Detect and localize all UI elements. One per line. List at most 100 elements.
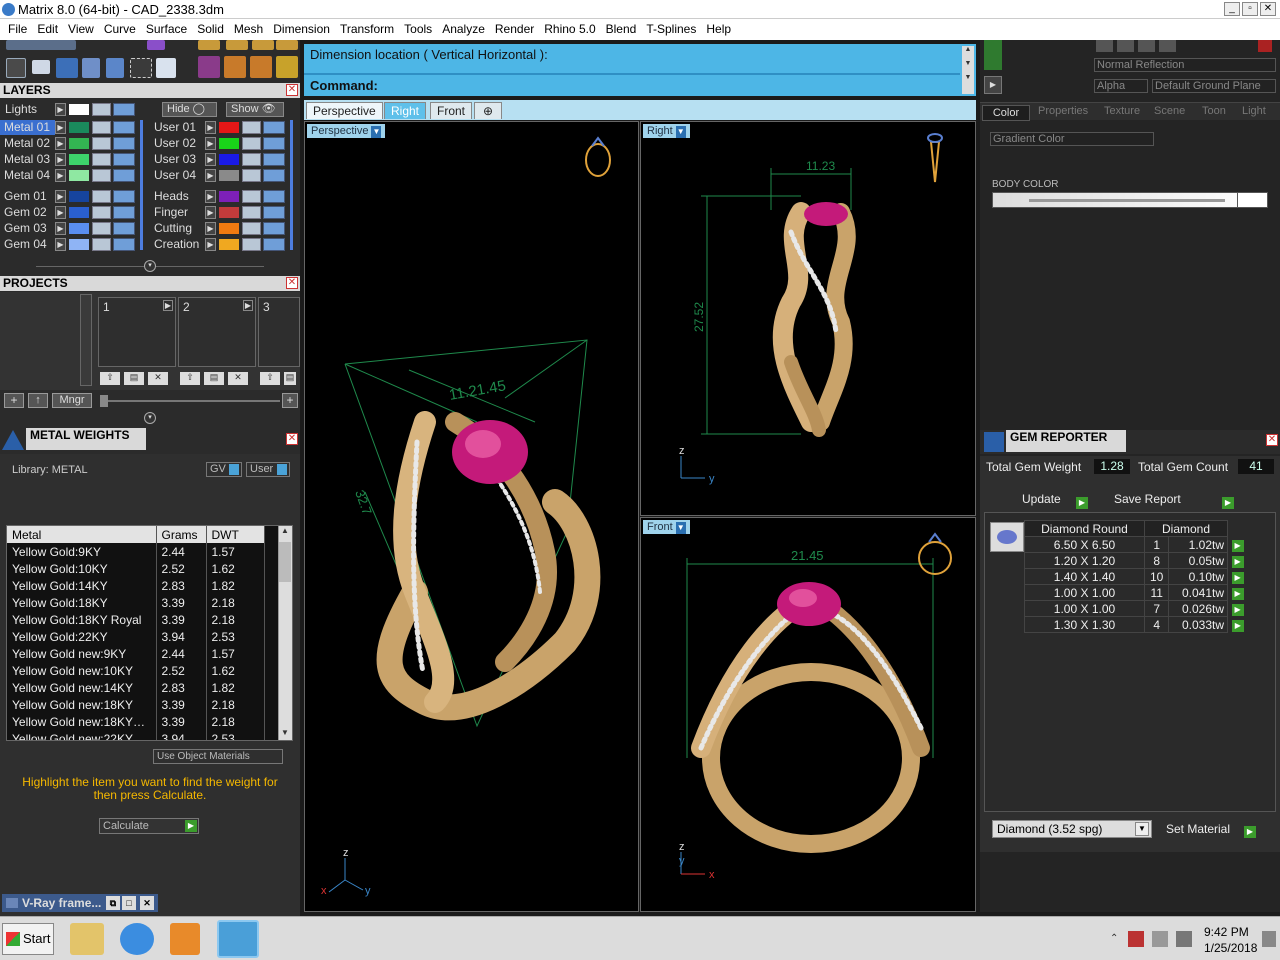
lock-icon[interactable] xyxy=(242,169,261,182)
network-icon[interactable] xyxy=(1128,931,1144,947)
delete-icon[interactable]: ✕ xyxy=(148,372,168,385)
lights-color[interactable] xyxy=(69,104,89,115)
play-icon[interactable]: ▶ xyxy=(984,76,1002,94)
play-icon[interactable]: ▶ xyxy=(55,222,66,235)
layer-color-swatch[interactable] xyxy=(219,207,239,218)
menu-analyze[interactable]: Analyze xyxy=(437,19,490,40)
play-icon[interactable]: ▶ xyxy=(205,169,216,182)
layer-name[interactable]: Finger xyxy=(150,205,205,220)
layer-color-swatch[interactable] xyxy=(69,223,89,234)
visibility-icon[interactable] xyxy=(263,169,285,182)
show-button[interactable]: Show 👁 xyxy=(226,102,284,117)
layer-name[interactable]: User 03 xyxy=(150,152,205,167)
up-arrow-icon[interactable]: ↑ xyxy=(28,393,48,408)
close-icon[interactable]: ✕ xyxy=(140,896,154,910)
menu-view[interactable]: View xyxy=(63,19,99,40)
play-icon[interactable]: ▶ xyxy=(205,121,216,134)
add-icon[interactable]: + xyxy=(282,393,298,408)
play-icon[interactable]: ▶ xyxy=(1231,556,1244,568)
play-icon[interactable]: ▶ xyxy=(1231,620,1244,632)
play-icon[interactable]: ▶ xyxy=(55,103,66,116)
layer-row[interactable]: Gem 03 ▶ xyxy=(0,221,145,236)
folder-icon[interactable] xyxy=(70,923,104,955)
layer-name[interactable]: Gem 02 xyxy=(0,205,55,220)
cube-icon[interactable] xyxy=(56,58,78,78)
layer-name[interactable]: Gem 01 xyxy=(0,189,55,204)
layer-name[interactable]: Creation xyxy=(150,237,205,252)
ground-plane-select[interactable]: Default Ground Plane xyxy=(1152,79,1276,93)
right-viewport[interactable]: Right ▼ 11.23 27.52 z y xyxy=(640,121,976,516)
maximize-icon[interactable]: □ xyxy=(122,896,136,910)
project-slot[interactable]: 2 ▶ xyxy=(178,297,256,367)
layer-color-swatch[interactable] xyxy=(219,223,239,234)
manager-button[interactable]: Mngr xyxy=(52,393,92,408)
visibility-icon[interactable] xyxy=(263,190,285,203)
filter-icon[interactable] xyxy=(106,58,124,78)
column-header-metal[interactable]: Metal xyxy=(7,526,157,543)
render-tool-icon[interactable] xyxy=(1159,40,1176,52)
layer-row[interactable]: User 01 ▶ xyxy=(150,120,295,135)
layer-row[interactable]: Heads ▶ xyxy=(150,189,295,204)
visibility-icon[interactable] xyxy=(113,238,135,251)
table-row[interactable]: 1.00 X 1.00 11 0.041tw ▶ xyxy=(1024,584,1246,601)
lock-icon[interactable] xyxy=(92,153,111,166)
up-icon[interactable]: ⇧ xyxy=(260,372,280,385)
table-row[interactable]: Yellow Gold new:10KY 2.52 1.62 xyxy=(7,662,265,679)
lock-icon[interactable] xyxy=(242,238,261,251)
lock-icon[interactable] xyxy=(242,222,261,235)
layer-color-swatch[interactable] xyxy=(219,191,239,202)
layer-color-swatch[interactable] xyxy=(219,239,239,250)
play-icon[interactable]: ▶ xyxy=(205,238,216,251)
layer-color-swatch[interactable] xyxy=(219,154,239,165)
table-row[interactable]: 1.30 X 1.30 4 0.033tw ▶ xyxy=(1024,616,1246,633)
play-icon[interactable]: ▶ xyxy=(205,222,216,235)
layer-color-swatch[interactable] xyxy=(219,122,239,133)
visibility-icon[interactable] xyxy=(263,238,285,251)
scroll-down-icon[interactable]: ▼ xyxy=(962,60,974,71)
layer-name[interactable]: Gem 03 xyxy=(0,221,55,236)
select-icon[interactable] xyxy=(130,58,152,78)
lock-icon[interactable] xyxy=(92,206,111,219)
box-icon[interactable] xyxy=(82,58,100,78)
visibility-icon[interactable] xyxy=(113,137,135,150)
visibility-icon[interactable] xyxy=(113,222,135,235)
play-icon[interactable]: ▶ xyxy=(55,121,66,134)
layer-color-swatch[interactable] xyxy=(219,170,239,181)
column-header-stone[interactable]: Diamond xyxy=(1143,520,1229,537)
layer-row[interactable]: Gem 04 ▶ xyxy=(0,237,145,252)
table-row[interactable]: Yellow Gold:18KY Royal 3.39 2.18 xyxy=(7,611,265,628)
lock-icon[interactable] xyxy=(242,137,261,150)
layer-row[interactable]: Metal 02 ▶ xyxy=(0,136,145,151)
lock-icon[interactable] xyxy=(242,190,261,203)
project-slot[interactable]: 1 ▶ xyxy=(98,297,176,367)
play-icon[interactable]: ▶ xyxy=(205,190,216,203)
menu-curve[interactable]: Curve xyxy=(99,19,141,40)
delete-icon[interactable]: ✕ xyxy=(228,372,248,385)
layer-row[interactable]: Metal 01 ▶ xyxy=(0,120,145,135)
table-row[interactable]: Yellow Gold:9KY 2.44 1.57 xyxy=(7,543,265,560)
tab-front[interactable]: Front xyxy=(430,102,473,119)
minimize-button[interactable]: _ xyxy=(1224,2,1240,16)
projects-slider-thumb[interactable] xyxy=(100,395,108,407)
layer-color-swatch[interactable] xyxy=(69,138,89,149)
visibility-icon[interactable] xyxy=(113,103,135,116)
layer-row[interactable]: Creation ▶ xyxy=(150,237,295,252)
tab-perspective[interactable]: Perspective xyxy=(306,102,383,119)
play-icon[interactable]: ▶ xyxy=(55,190,66,203)
grid-icon[interactable] xyxy=(6,58,26,78)
snap-icon[interactable] xyxy=(198,40,220,50)
lock-icon[interactable] xyxy=(92,121,111,134)
save-icon[interactable]: ▤ xyxy=(204,372,224,385)
table-row[interactable]: Yellow Gold new:14KY 2.83 1.82 xyxy=(7,679,265,696)
color-swatch[interactable] xyxy=(1237,193,1267,207)
menu-transform[interactable]: Transform xyxy=(335,19,399,40)
close-icon[interactable]: ✕ xyxy=(286,277,298,289)
scroll-down-icon[interactable]: ▼ xyxy=(962,74,974,85)
sphere-icon[interactable] xyxy=(147,40,165,50)
table-row[interactable]: Yellow Gold:14KY 2.83 1.82 xyxy=(7,577,265,594)
layer-row[interactable]: User 02 ▶ xyxy=(150,136,295,151)
set-material-button[interactable]: ▶ xyxy=(1244,823,1256,838)
power-icon[interactable] xyxy=(1152,931,1168,947)
play-icon[interactable]: ▶ xyxy=(243,300,253,311)
menu-edit[interactable]: Edit xyxy=(32,19,63,40)
